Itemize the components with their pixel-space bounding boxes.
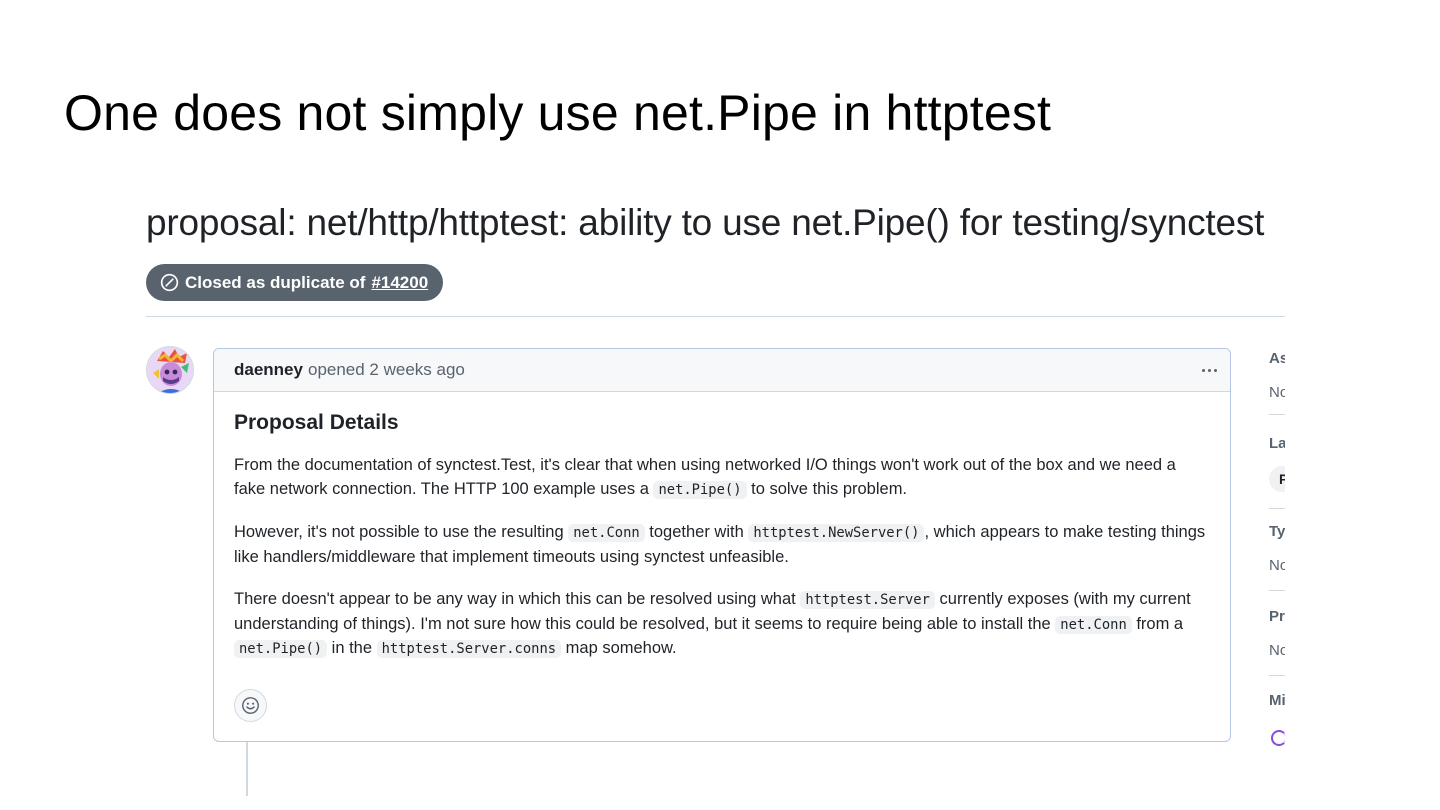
comment-author[interactable]: daenney [234,360,303,380]
add-reaction-button[interactable] [234,689,267,722]
header-divider [146,316,1285,317]
sidebar-divider [1269,675,1285,676]
sidebar-heading: Ty [1269,523,1285,540]
state-badge: Closed as duplicate of #14200 [146,264,444,301]
sidebar-value: No [1269,557,1285,574]
sidebar-divider [1269,508,1285,509]
comment-timestamp[interactable]: opened 2 weeks ago [308,360,465,380]
issue-screenshot: proposal: net/http/httptest: ability to … [146,196,1285,796]
avatar[interactable] [146,346,194,394]
sidebar-divider [1269,590,1285,591]
inline-code: net.Pipe() [234,640,328,658]
sidebar-value: No [1269,642,1285,659]
inline-code: net.Conn [568,524,645,542]
issue-comment: daenney opened 2 weeks ago Proposal Deta… [213,348,1231,742]
proposal-heading: Proposal Details [234,411,399,434]
sidebar-type[interactable]: Ty No [1269,523,1285,574]
sidebar-milestone[interactable]: Mi [1269,692,1285,709]
sidebar-heading: As [1269,350,1285,367]
sidebar-labels[interactable]: La [1269,435,1285,452]
smiley-icon [242,697,259,714]
sidebar-heading: Pr [1269,608,1285,625]
sidebar-heading: La [1269,435,1285,452]
inline-code: httptest.Server.conns [376,640,562,658]
sidebar-value: No [1269,384,1285,401]
sidebar-divider [1269,414,1285,415]
inline-code: net.Pipe() [653,480,747,499]
inline-code: httptest.NewServer() [748,524,925,542]
paragraph-3: There doesn't appear to be any way in wh… [234,590,1191,658]
sidebar-projects[interactable]: Pr No [1269,608,1285,659]
paragraph-1: From the documentation of synctest.Test,… [234,456,1176,499]
comment-header: daenney opened 2 weeks ago [214,349,1230,392]
state-label: Closed as duplicate of [185,272,366,292]
skip-icon [160,273,179,292]
spinner-icon [1271,730,1285,746]
timeline-line [246,742,248,796]
issue-title: proposal: net/http/httptest: ability to … [146,202,1265,243]
sidebar-heading: Mi [1269,692,1285,709]
comment-body: Proposal Details From the documentation … [214,392,1230,662]
inline-code: httptest.Server [800,591,935,609]
kebab-icon[interactable] [1198,359,1220,381]
slide-title: One does not simply use net.Pipe in http… [64,85,1052,141]
inline-code: net.Conn [1055,615,1132,634]
duplicate-link[interactable]: #14200 [371,273,428,293]
label-chip[interactable]: P [1269,466,1285,492]
sidebar-assignees[interactable]: As No [1269,350,1285,401]
paragraph-2: However, it's not possible to use the re… [234,523,1206,566]
